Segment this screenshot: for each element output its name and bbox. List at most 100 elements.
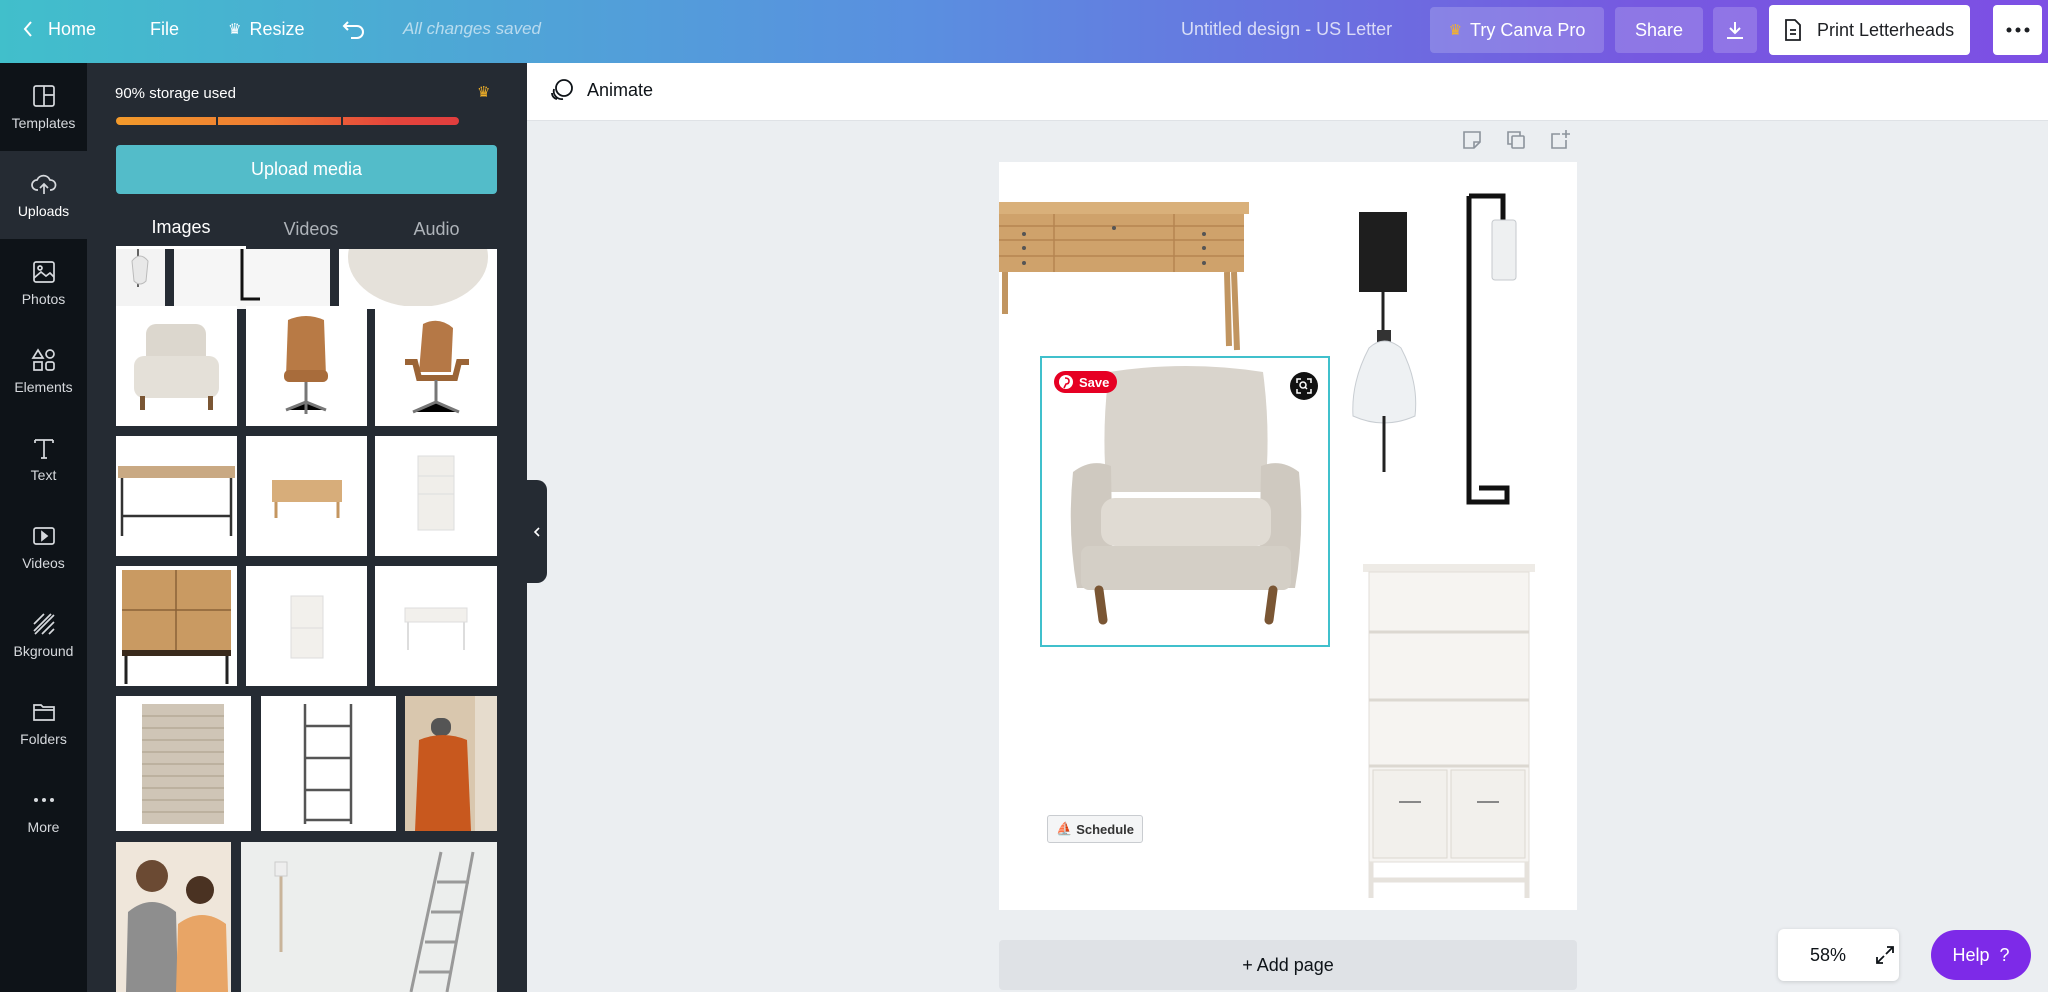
visual-search-button[interactable] xyxy=(1290,372,1318,400)
help-label: Help xyxy=(1952,944,1990,965)
document-title[interactable]: Untitled design - US Letter xyxy=(1181,0,1392,58)
home-button[interactable]: Home xyxy=(22,0,96,58)
zoom-level[interactable]: 58% xyxy=(1810,945,1846,966)
image-thumbnail[interactable] xyxy=(339,249,497,309)
text-icon xyxy=(33,439,54,459)
nav-background[interactable]: Bkground xyxy=(0,591,87,679)
nav-label: Uploads xyxy=(17,203,70,219)
nav-label: Bkground xyxy=(13,643,74,659)
tab-videos[interactable]: Videos xyxy=(246,209,376,249)
image-thumbnail[interactable] xyxy=(116,249,165,309)
nav-elements[interactable]: Elements xyxy=(0,327,87,415)
upload-cloud-icon xyxy=(30,174,56,194)
document-icon xyxy=(1785,19,1801,41)
save-label: Save xyxy=(1079,374,1110,390)
image-thumbnail[interactable] xyxy=(116,436,237,556)
nav-text[interactable]: Text xyxy=(0,415,87,503)
save-status: All changes saved xyxy=(403,19,541,38)
uploads-panel: 90% storage used ♛ Upload media Images V… xyxy=(87,63,527,992)
fullscreen-icon[interactable] xyxy=(1874,944,1896,966)
download-button[interactable] xyxy=(1713,7,1757,53)
image-thumbnail[interactable] xyxy=(375,306,497,426)
image-thumbnail[interactable] xyxy=(261,696,396,831)
image-thumbnail[interactable] xyxy=(116,696,251,831)
wall-sconce-image[interactable] xyxy=(1339,202,1439,472)
image-thumbnail[interactable] xyxy=(405,696,497,831)
add-page-icon[interactable] xyxy=(1548,128,1572,152)
storage-status: 90% storage used xyxy=(115,85,236,102)
upload-media-button[interactable]: Upload media xyxy=(116,145,497,194)
download-icon xyxy=(1727,22,1743,39)
video-icon xyxy=(32,527,55,545)
note-icon[interactable] xyxy=(1460,128,1484,152)
nav-photos[interactable]: Photos xyxy=(0,239,87,327)
image-thumbnail[interactable] xyxy=(375,436,497,556)
zoom-control: 58% xyxy=(1778,929,1899,981)
top-bar: Home File ♛ Resize All changes saved Unt… xyxy=(0,0,2048,63)
share-button[interactable]: Share xyxy=(1615,7,1703,53)
duplicate-page-icon[interactable] xyxy=(1504,128,1528,152)
tab-audio[interactable]: Audio xyxy=(376,209,497,249)
help-button[interactable]: Help ? xyxy=(1931,930,2031,980)
image-thumbnail[interactable] xyxy=(246,306,367,426)
image-thumbnail[interactable] xyxy=(174,249,330,309)
add-page-button[interactable]: + Add page xyxy=(999,940,1577,990)
animate-label: Animate xyxy=(587,79,654,100)
schedule-button[interactable]: ⛵ Schedule xyxy=(1047,815,1143,843)
nav-label: More xyxy=(27,819,60,835)
more-dots-icon xyxy=(33,798,54,802)
image-thumbnail[interactable] xyxy=(375,566,497,686)
uploaded-images-grid xyxy=(116,249,497,992)
storage-progress-bar xyxy=(116,117,459,125)
editor-toolbar: Animate xyxy=(527,63,2048,121)
visual-search-icon xyxy=(1296,378,1312,394)
nav-more[interactable]: More xyxy=(0,767,87,855)
crown-icon[interactable]: ♛ xyxy=(477,83,490,101)
shapes-icon xyxy=(30,348,55,371)
nav-templates[interactable]: Templates xyxy=(0,63,87,151)
media-tabs: Images Videos Audio xyxy=(116,209,497,249)
pinterest-save-button[interactable]: Save xyxy=(1054,371,1118,393)
background-icon xyxy=(32,613,55,635)
try-canva-pro-button[interactable]: ♛ Try Canva Pro xyxy=(1430,7,1604,53)
file-label: File xyxy=(150,18,180,39)
tab-images[interactable]: Images xyxy=(116,209,246,249)
nav-label: Videos xyxy=(22,555,65,571)
image-thumbnail[interactable] xyxy=(116,842,231,992)
chevron-left-icon xyxy=(23,21,32,37)
image-thumbnail[interactable] xyxy=(246,566,367,686)
left-navigation: Templates Uploads Photos Elements Text V… xyxy=(0,63,87,992)
image-thumbnail[interactable] xyxy=(116,566,237,686)
print-letterheads-button[interactable]: Print Letterheads xyxy=(1769,5,1970,55)
more-dots-icon xyxy=(2006,27,2029,33)
crown-icon: ♛ xyxy=(228,21,242,38)
folder-icon xyxy=(32,704,55,721)
collapse-panel-button[interactable] xyxy=(527,480,547,583)
resize-label: Resize xyxy=(249,18,305,39)
undo-button[interactable] xyxy=(342,0,366,58)
pinterest-icon xyxy=(1059,375,1073,389)
animate-button[interactable]: Animate xyxy=(549,77,653,103)
undo-icon xyxy=(342,21,364,39)
crown-icon: ♛ xyxy=(1448,22,1463,39)
more-options-button[interactable] xyxy=(1993,5,2042,55)
question-mark-icon: ? xyxy=(1999,944,2010,965)
bookcase-image[interactable] xyxy=(1359,562,1539,902)
image-thumbnail[interactable] xyxy=(116,306,237,426)
schedule-label: Schedule xyxy=(1076,821,1134,837)
sailboat-icon: ⛵ xyxy=(1056,821,1073,836)
nav-folders[interactable]: Folders xyxy=(0,679,87,767)
nav-uploads[interactable]: Uploads xyxy=(0,151,87,239)
resize-button[interactable]: ♛ Resize xyxy=(228,0,304,58)
image-thumbnail[interactable] xyxy=(241,842,497,992)
storage-bar-divider xyxy=(341,117,343,125)
nav-label: Elements xyxy=(14,379,73,395)
nav-videos[interactable]: Videos xyxy=(0,503,87,591)
floor-lamp-image[interactable] xyxy=(1459,192,1539,522)
storage-bar-divider xyxy=(216,117,218,125)
nav-label: Folders xyxy=(20,731,67,747)
file-menu-button[interactable]: File xyxy=(150,0,179,58)
desk-image[interactable] xyxy=(999,196,1249,352)
home-label: Home xyxy=(48,18,97,39)
image-thumbnail[interactable] xyxy=(246,436,367,556)
